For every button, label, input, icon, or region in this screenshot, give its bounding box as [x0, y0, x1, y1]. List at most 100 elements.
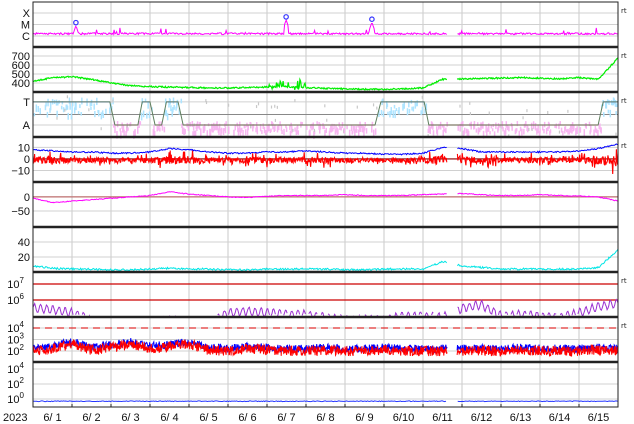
toward-point [173, 104, 175, 110]
tick-text: 40 [18, 237, 30, 249]
away-point [192, 131, 194, 136]
toward-point [90, 99, 93, 107]
away-point [297, 130, 300, 135]
y-tick-label: −10 [11, 165, 30, 177]
away-point [340, 126, 342, 131]
away-point [534, 122, 537, 131]
y-tick-label: 0 [24, 192, 30, 204]
toward-point [33, 113, 36, 117]
tick-exponent: 6 [20, 292, 25, 301]
tick-text: 10 [7, 335, 19, 347]
sector-noise-point [255, 105, 258, 109]
away-point [543, 128, 545, 134]
toward-point [67, 112, 69, 120]
away-point [506, 124, 509, 131]
toward-point [389, 111, 391, 118]
tick-text: 10 [7, 394, 19, 406]
toward-point [394, 110, 396, 119]
away-point [194, 130, 197, 137]
toward-point [406, 108, 409, 116]
x-tick-label: 6/ 2 [82, 412, 100, 424]
away-point [537, 125, 539, 134]
away-point [337, 128, 339, 135]
away-point [429, 126, 431, 134]
away-point [502, 127, 504, 132]
away-point [539, 128, 541, 134]
toward-point [100, 112, 103, 120]
away-point [114, 126, 116, 134]
toward-point [165, 110, 168, 117]
away-point [325, 127, 327, 133]
realtime-label: rt [621, 7, 627, 15]
away-point [547, 126, 549, 131]
toward-point [390, 107, 392, 115]
toward-point [79, 104, 81, 109]
sector-noise-point [88, 108, 90, 112]
toward-point [402, 103, 404, 111]
y-tick-label: 400 [12, 78, 30, 90]
away-point [137, 126, 139, 134]
away-point [241, 127, 243, 131]
tick-text: 10 [7, 295, 19, 307]
away-point [432, 130, 435, 136]
toward-point [387, 111, 389, 116]
away-point [153, 125, 155, 132]
away-point [262, 123, 264, 129]
away-point [558, 123, 560, 130]
away-point [312, 122, 314, 130]
sector-noise-point [274, 118, 276, 122]
toward-point [408, 109, 411, 114]
tick-text: M [21, 20, 30, 32]
sector-noise-point [372, 103, 375, 107]
away-point [354, 129, 356, 137]
toward-point [49, 102, 52, 111]
away-point [564, 126, 567, 131]
away-point [549, 129, 552, 134]
away-point [197, 125, 199, 129]
away-point [356, 128, 358, 133]
away-point [576, 126, 578, 135]
away-point [163, 126, 166, 133]
away-point [486, 131, 488, 136]
tick-text: 0 [24, 154, 30, 166]
toward-point [39, 108, 41, 115]
data-marks [32, 14, 619, 403]
toward-point [180, 98, 183, 104]
away-point [121, 122, 123, 129]
toward-point [392, 110, 394, 118]
realtime-label: rt [621, 142, 627, 150]
y-tick-label: 20 [18, 252, 30, 264]
sector-noise-point [522, 116, 524, 120]
away-point [159, 127, 161, 132]
toward-point [412, 106, 415, 112]
toward-point [77, 111, 80, 115]
away-point [497, 123, 500, 131]
sector-noise-point [100, 127, 102, 131]
away-point [139, 121, 142, 126]
y-tick-label: −50 [11, 206, 30, 218]
sector-noise-point [205, 101, 208, 105]
away-point [478, 127, 481, 133]
tick-text: −10 [11, 165, 30, 177]
toward-point [66, 105, 69, 110]
away-point [593, 129, 595, 136]
away-point [364, 122, 366, 127]
tick-exponent: 2 [20, 343, 25, 352]
away-point [294, 127, 296, 132]
away-point [515, 128, 518, 132]
tick-text: 0 [24, 192, 30, 204]
x-tick-label: 6/ 5 [199, 412, 217, 424]
tick-text: 10 [7, 346, 19, 358]
toward-point [395, 108, 398, 112]
away-point [323, 125, 326, 130]
away-point [590, 125, 592, 133]
away-point [263, 126, 266, 134]
toward-point [147, 102, 149, 109]
away-point [261, 130, 263, 134]
toward-point [393, 104, 396, 109]
toward-point [614, 100, 617, 107]
away-point [339, 125, 341, 130]
away-point [374, 128, 377, 135]
away-point [343, 128, 346, 134]
tick-text: 20 [18, 252, 30, 264]
